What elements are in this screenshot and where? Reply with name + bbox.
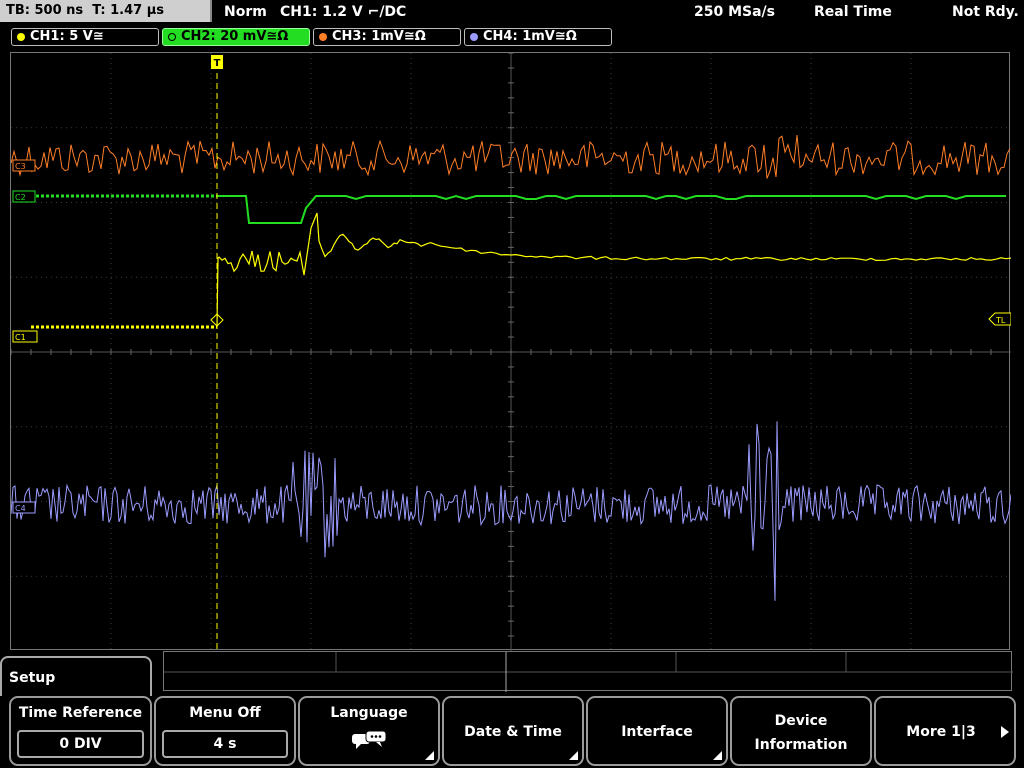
menu-title-tab: Setup <box>0 656 152 696</box>
ch3-color-dot <box>319 33 327 41</box>
arrow-right-icon <box>1001 726 1009 738</box>
interface-label: Interface <box>621 724 693 740</box>
date-time-softkey[interactable]: Date & Time <box>442 696 584 766</box>
channel-tab-ch1[interactable]: CH1: 5 V≅ <box>11 28 159 46</box>
time-reference-softkey[interactable]: Time Reference 0 DIV <box>9 696 152 766</box>
ch2-offset-marker[interactable]: C2 <box>12 190 36 203</box>
interface-softkey[interactable]: Interface <box>586 696 728 766</box>
status-bar: TB: 500 ns T: 1.47 µs Norm CH1: 1.2 V ⌐/… <box>0 0 1024 24</box>
ch1-label: CH1: 5 V≅ <box>30 29 104 44</box>
trigger-position-label: T <box>214 58 221 69</box>
waveform-display[interactable]: T C3 C2 C1 C4 TL <box>10 52 1011 651</box>
more-label: More 1|3 <box>906 724 976 740</box>
ch2-color-dot <box>168 33 176 41</box>
language-label: Language <box>330 705 408 721</box>
waveform-graticule: T C3 C2 C1 C4 TL <box>11 53 1011 651</box>
channel-tab-ch3[interactable]: CH3: 1mV≅Ω <box>313 28 461 46</box>
ch1-offset-marker[interactable]: C1 <box>12 330 38 343</box>
timebase-value: TB: 500 ns <box>6 3 84 18</box>
trigger-time-value: T: 1.47 µs <box>92 3 165 18</box>
submenu-corner-icon <box>713 751 722 760</box>
menu-off-softkey[interactable]: Menu Off 4 s <box>154 696 296 766</box>
trigger-position-marker[interactable]: T <box>211 55 223 69</box>
menu-title: Setup <box>9 670 56 686</box>
device-information-label-1: Device <box>774 713 828 729</box>
acquisition-mode: Real Time <box>814 4 892 20</box>
ch4-label: CH4: 1mV≅Ω <box>483 29 577 44</box>
speech-bubbles-icon <box>352 730 387 749</box>
time-reference-label: Time Reference <box>18 705 143 721</box>
run-state: Not Rdy. <box>952 4 1019 20</box>
date-time-label: Date & Time <box>464 724 562 740</box>
language-softkey[interactable]: Language <box>298 696 440 766</box>
trigger-level-label: TL <box>995 316 1006 325</box>
submenu-corner-icon <box>569 751 578 760</box>
timebase-box[interactable]: TB: 500 ns T: 1.47 µs <box>0 0 212 22</box>
channel-tab-ch4[interactable]: CH4: 1mV≅Ω <box>464 28 612 46</box>
trigger-source[interactable]: CH1: 1.2 V ⌐/DC <box>280 0 406 24</box>
device-information-label-2: Information <box>754 737 848 753</box>
channel-tab-ch2[interactable]: CH2: 20 mV≅Ω <box>162 28 310 46</box>
ch2-marker-label: C2 <box>15 193 26 202</box>
trigger-level-marker[interactable]: TL <box>988 312 1011 326</box>
ch3-offset-marker[interactable]: C3 <box>12 159 36 172</box>
time-reference-value: 0 DIV <box>17 730 144 758</box>
submenu-corner-icon <box>425 751 434 760</box>
trigger-mode[interactable]: Norm <box>224 0 267 24</box>
graticule-grid <box>11 53 1011 651</box>
zoom-overview-strip <box>163 651 1013 692</box>
ch4-color-dot <box>470 33 478 41</box>
ch4-marker-label: C4 <box>15 504 26 513</box>
ch1-waveform <box>216 212 1011 328</box>
ch3-label: CH3: 1mV≅Ω <box>332 29 426 44</box>
ch2-label: CH2: 20 mV≅Ω <box>181 29 289 44</box>
ch3-marker-label: C3 <box>15 162 26 171</box>
ch1-marker-label: C1 <box>15 333 26 342</box>
more-softkey[interactable]: More 1|3 <box>874 696 1016 766</box>
menu-off-value: 4 s <box>162 730 288 758</box>
sample-rate: 250 MSa/s <box>694 4 776 20</box>
ch4-offset-marker[interactable]: C4 <box>12 501 36 514</box>
device-information-softkey[interactable]: Device Information <box>730 696 872 766</box>
menu-off-label: Menu Off <box>189 705 261 721</box>
ch1-color-dot <box>17 33 25 41</box>
